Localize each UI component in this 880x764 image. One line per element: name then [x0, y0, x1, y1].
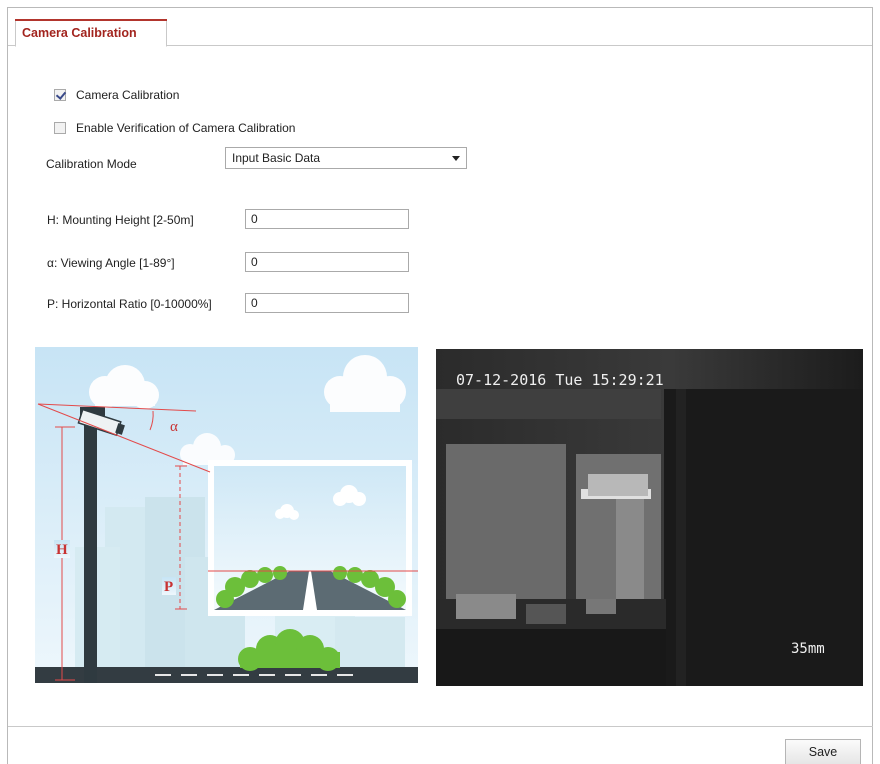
horizontal-ratio-label: P: Horizontal Ratio [0-10000%]: [47, 297, 212, 311]
verification-label: Enable Verification of Camera Calibratio…: [76, 121, 296, 135]
chevron-down-icon: [452, 156, 460, 161]
camera-live-view: 07-12-2016 Tue 15:29:21 35mm: [436, 349, 863, 686]
horizontal-ratio-input[interactable]: [245, 293, 409, 313]
mounting-height-input[interactable]: [245, 209, 409, 229]
height-label: H: [56, 542, 68, 558]
calibration-mode-value: Input Basic Data: [232, 151, 321, 165]
footer-divider: [8, 726, 873, 727]
viewing-angle-label: α: Viewing Angle [1-89°]: [47, 256, 175, 270]
mounting-height-label: H: Mounting Height [2-50m]: [47, 213, 194, 227]
focal-length-label: 35mm: [791, 641, 825, 657]
calibration-mode-label: Calibration Mode: [46, 157, 137, 171]
verification-checkbox[interactable]: [54, 122, 66, 134]
tab-camera-calibration[interactable]: Camera Calibration: [15, 19, 167, 47]
tab-strip: Camera Calibration: [8, 8, 872, 47]
camera-timestamp: 07-12-2016 Tue 15:29:21: [456, 371, 664, 389]
camera-calibration-checkbox[interactable]: [54, 89, 66, 101]
alpha-label: α: [170, 419, 178, 435]
calibration-mode-select[interactable]: Input Basic Data: [225, 147, 467, 169]
p-label: P: [164, 579, 173, 595]
calibration-diagram: α H P: [35, 347, 418, 683]
save-button[interactable]: Save: [785, 739, 861, 764]
camera-calibration-label: Camera Calibration: [76, 88, 180, 102]
viewing-angle-input[interactable]: [245, 252, 409, 272]
